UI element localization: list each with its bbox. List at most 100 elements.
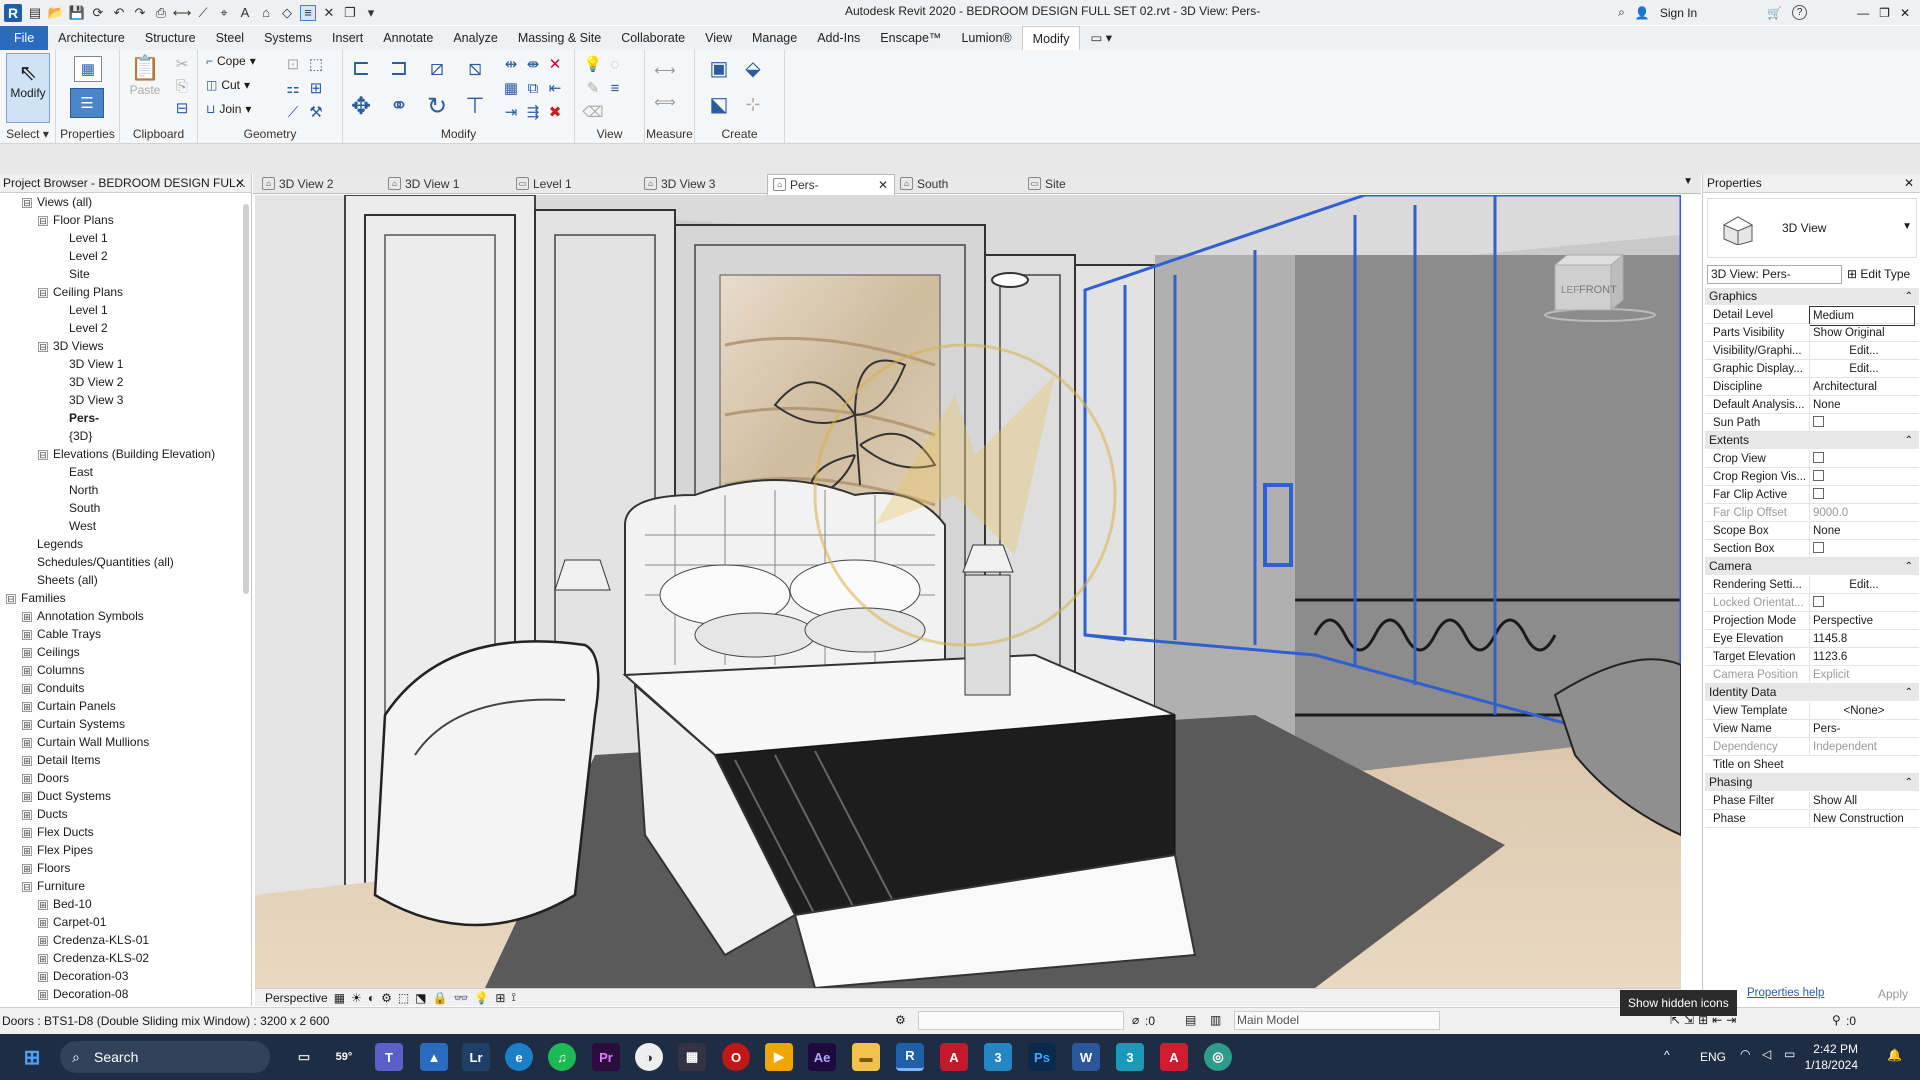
tree-item[interactable]: ⊞ Cable Trays	[22, 626, 101, 643]
trim-icon[interactable]: ⇥	[501, 102, 521, 122]
autocad-icon[interactable]: A	[940, 1043, 968, 1071]
edit-type-button[interactable]: ⊞ Edit Type	[1847, 265, 1910, 284]
lightroom-icon[interactable]: Lr	[462, 1043, 490, 1071]
tab-insert[interactable]: Insert	[322, 26, 373, 50]
tree-item[interactable]: ⊞ Credenza-KLS-01	[38, 932, 149, 949]
tree-item[interactable]: ⊟ Families	[6, 590, 66, 607]
crop-view-icon[interactable]: ⬚	[398, 991, 409, 1005]
collapse-icon[interactable]: ⌃	[1905, 288, 1913, 305]
panel-toggle-icon[interactable]: ▭ ▾	[1080, 26, 1122, 50]
notifications-icon[interactable]: 🔔	[1887, 1048, 1902, 1062]
customize-qat-icon[interactable]: ▾	[363, 5, 379, 21]
visual-style-icon[interactable]: ▦	[334, 991, 345, 1005]
tab-structure[interactable]: Structure	[135, 26, 206, 50]
reveal-hidden-icon[interactable]: 💡	[474, 991, 489, 1005]
property-value[interactable]: Pers-	[1809, 720, 1915, 738]
copy-icon[interactable]: ⎘	[172, 76, 192, 96]
tab-add-ins[interactable]: Add-Ins	[807, 26, 870, 50]
tab-3d-view-1[interactable]: ⌂ 3D View 1	[383, 174, 511, 194]
split-gap-icon[interactable]: ⇼	[523, 54, 543, 74]
checkbox[interactable]	[1813, 416, 1824, 428]
workset-dropdown[interactable]	[918, 1011, 1124, 1030]
premiere-icon[interactable]: Pr	[592, 1043, 620, 1071]
property-value[interactable]: Edit...	[1809, 360, 1915, 378]
mirror-pick-icon[interactable]: ⧄	[423, 54, 451, 82]
mirror-draw-icon[interactable]: ⧅	[461, 54, 489, 82]
tree-item[interactable]: ⊞ Bed-10	[38, 896, 92, 913]
close-tab-icon[interactable]: ✕	[878, 175, 888, 195]
3dsmax-2-icon[interactable]: 3	[1116, 1043, 1144, 1071]
tree-item[interactable]: ⊞ Annotation Symbols	[22, 608, 144, 625]
move-icon[interactable]: ✥	[347, 92, 375, 120]
tree-item[interactable]: ⊞ Curtain Wall Mullions	[22, 734, 149, 751]
tree-item[interactable]: Sheets (all)	[22, 572, 98, 589]
property-value[interactable]: <None>	[1809, 702, 1915, 720]
property-value[interactable]: Medium	[1809, 306, 1915, 326]
thin-lines-icon[interactable]: ≡	[300, 4, 316, 21]
task-view-icon[interactable]: ▭	[290, 1043, 318, 1071]
expand-icon[interactable]: ⊞	[22, 737, 32, 748]
override-icon[interactable]: ◌	[605, 54, 625, 74]
sign-in-link[interactable]: Sign In	[1660, 6, 1697, 20]
property-group-header[interactable]: Extents ⌃	[1705, 432, 1919, 449]
eraser-icon[interactable]: ⌫	[582, 102, 603, 122]
wall-joins-icon[interactable]: ⊡	[283, 54, 303, 74]
worksharing-status-icon[interactable]: ⚙	[895, 1013, 906, 1027]
tree-item[interactable]: East	[54, 464, 93, 481]
tree-item[interactable]: ⊞ Curtain Panels	[22, 698, 116, 715]
collapse-icon[interactable]: ⊟	[38, 449, 48, 460]
after-effects-icon[interactable]: Ae	[808, 1043, 836, 1071]
undo-icon[interactable]: ↶	[111, 5, 127, 21]
collapse-icon[interactable]: ⌃	[1905, 432, 1913, 449]
checkbox[interactable]	[1813, 470, 1824, 482]
instance-selector[interactable]: 3D View: Pers-	[1707, 265, 1842, 284]
tab-south[interactable]: ⌂ South	[895, 174, 1023, 194]
worksharing-icon[interactable]: ⊞	[495, 991, 505, 1005]
collapse-icon[interactable]: ⌃	[1905, 684, 1913, 701]
tag-icon[interactable]: ⌖	[216, 5, 232, 21]
tree-item[interactable]: ⊟ Views (all)	[22, 194, 92, 211]
offset-icon[interactable]: ⊐	[385, 54, 413, 82]
expand-icon[interactable]: ⊞	[22, 719, 32, 730]
expand-icon[interactable]: ⊞	[38, 899, 48, 910]
tree-item[interactable]: ⊞ Conduits	[22, 680, 84, 697]
spotify-icon[interactable]: ♫	[548, 1043, 576, 1071]
word-icon[interactable]: W	[1072, 1043, 1100, 1071]
tree-item[interactable]: ⊟ Furniture	[22, 878, 85, 895]
tree-item[interactable]: ⊞ Ceilings	[22, 644, 80, 661]
paste-button[interactable]: 📋 Paste	[128, 54, 162, 97]
property-group-header[interactable]: Camera ⌃	[1705, 558, 1919, 575]
redo-icon[interactable]: ↷	[132, 5, 148, 21]
default-3d-icon[interactable]: ⌂	[258, 5, 274, 21]
print-icon[interactable]: ⎙	[153, 5, 169, 21]
linework-icon[interactable]: ✎	[583, 78, 603, 98]
tree-item[interactable]: ⊞ Decoration-08	[38, 986, 128, 1003]
tree-item[interactable]: ⊞ Flex Ducts	[22, 824, 94, 841]
tree-item[interactable]: North	[54, 482, 98, 499]
tree-item[interactable]: ⊞ Detail Items	[22, 752, 100, 769]
windows-start-icon[interactable]: ⊞	[18, 1043, 46, 1071]
opera-icon[interactable]: O	[722, 1043, 750, 1071]
file-explorer-icon[interactable]: ▬	[852, 1043, 880, 1071]
3dsmax-icon[interactable]: 3	[984, 1043, 1012, 1071]
properties-help-link[interactable]: Properties help	[1747, 987, 1824, 999]
battery-icon[interactable]: ▭	[1784, 1047, 1795, 1061]
checkbox[interactable]	[1813, 488, 1824, 500]
revit-taskbar-icon[interactable]: R	[896, 1043, 924, 1071]
app-icon[interactable]: ◑	[635, 1043, 663, 1071]
calculator-icon[interactable]: ▦	[678, 1043, 706, 1071]
expand-icon[interactable]: ⊞	[38, 917, 48, 928]
3d-viewport[interactable]: LEF FRONT	[255, 195, 1681, 988]
minimize-button[interactable]: —	[1857, 6, 1869, 20]
property-value[interactable]: Edit...	[1809, 342, 1915, 360]
taskbar-search[interactable]: ⌕ Search	[60, 1041, 270, 1073]
property-value[interactable]	[1809, 468, 1915, 486]
property-value[interactable]: Show Original	[1809, 324, 1915, 342]
tree-item[interactable]: ⊞ Flex Pipes	[22, 842, 93, 859]
recent-files-icon[interactable]: ▤	[27, 5, 43, 21]
pick-icon[interactable]: ⚒	[306, 102, 326, 122]
expand-icon[interactable]: ⊞	[22, 611, 32, 622]
tree-item[interactable]: Pers-	[54, 410, 99, 427]
expand-icon[interactable]: ⊞	[38, 953, 48, 964]
hide-icon[interactable]: 💡	[583, 54, 603, 74]
